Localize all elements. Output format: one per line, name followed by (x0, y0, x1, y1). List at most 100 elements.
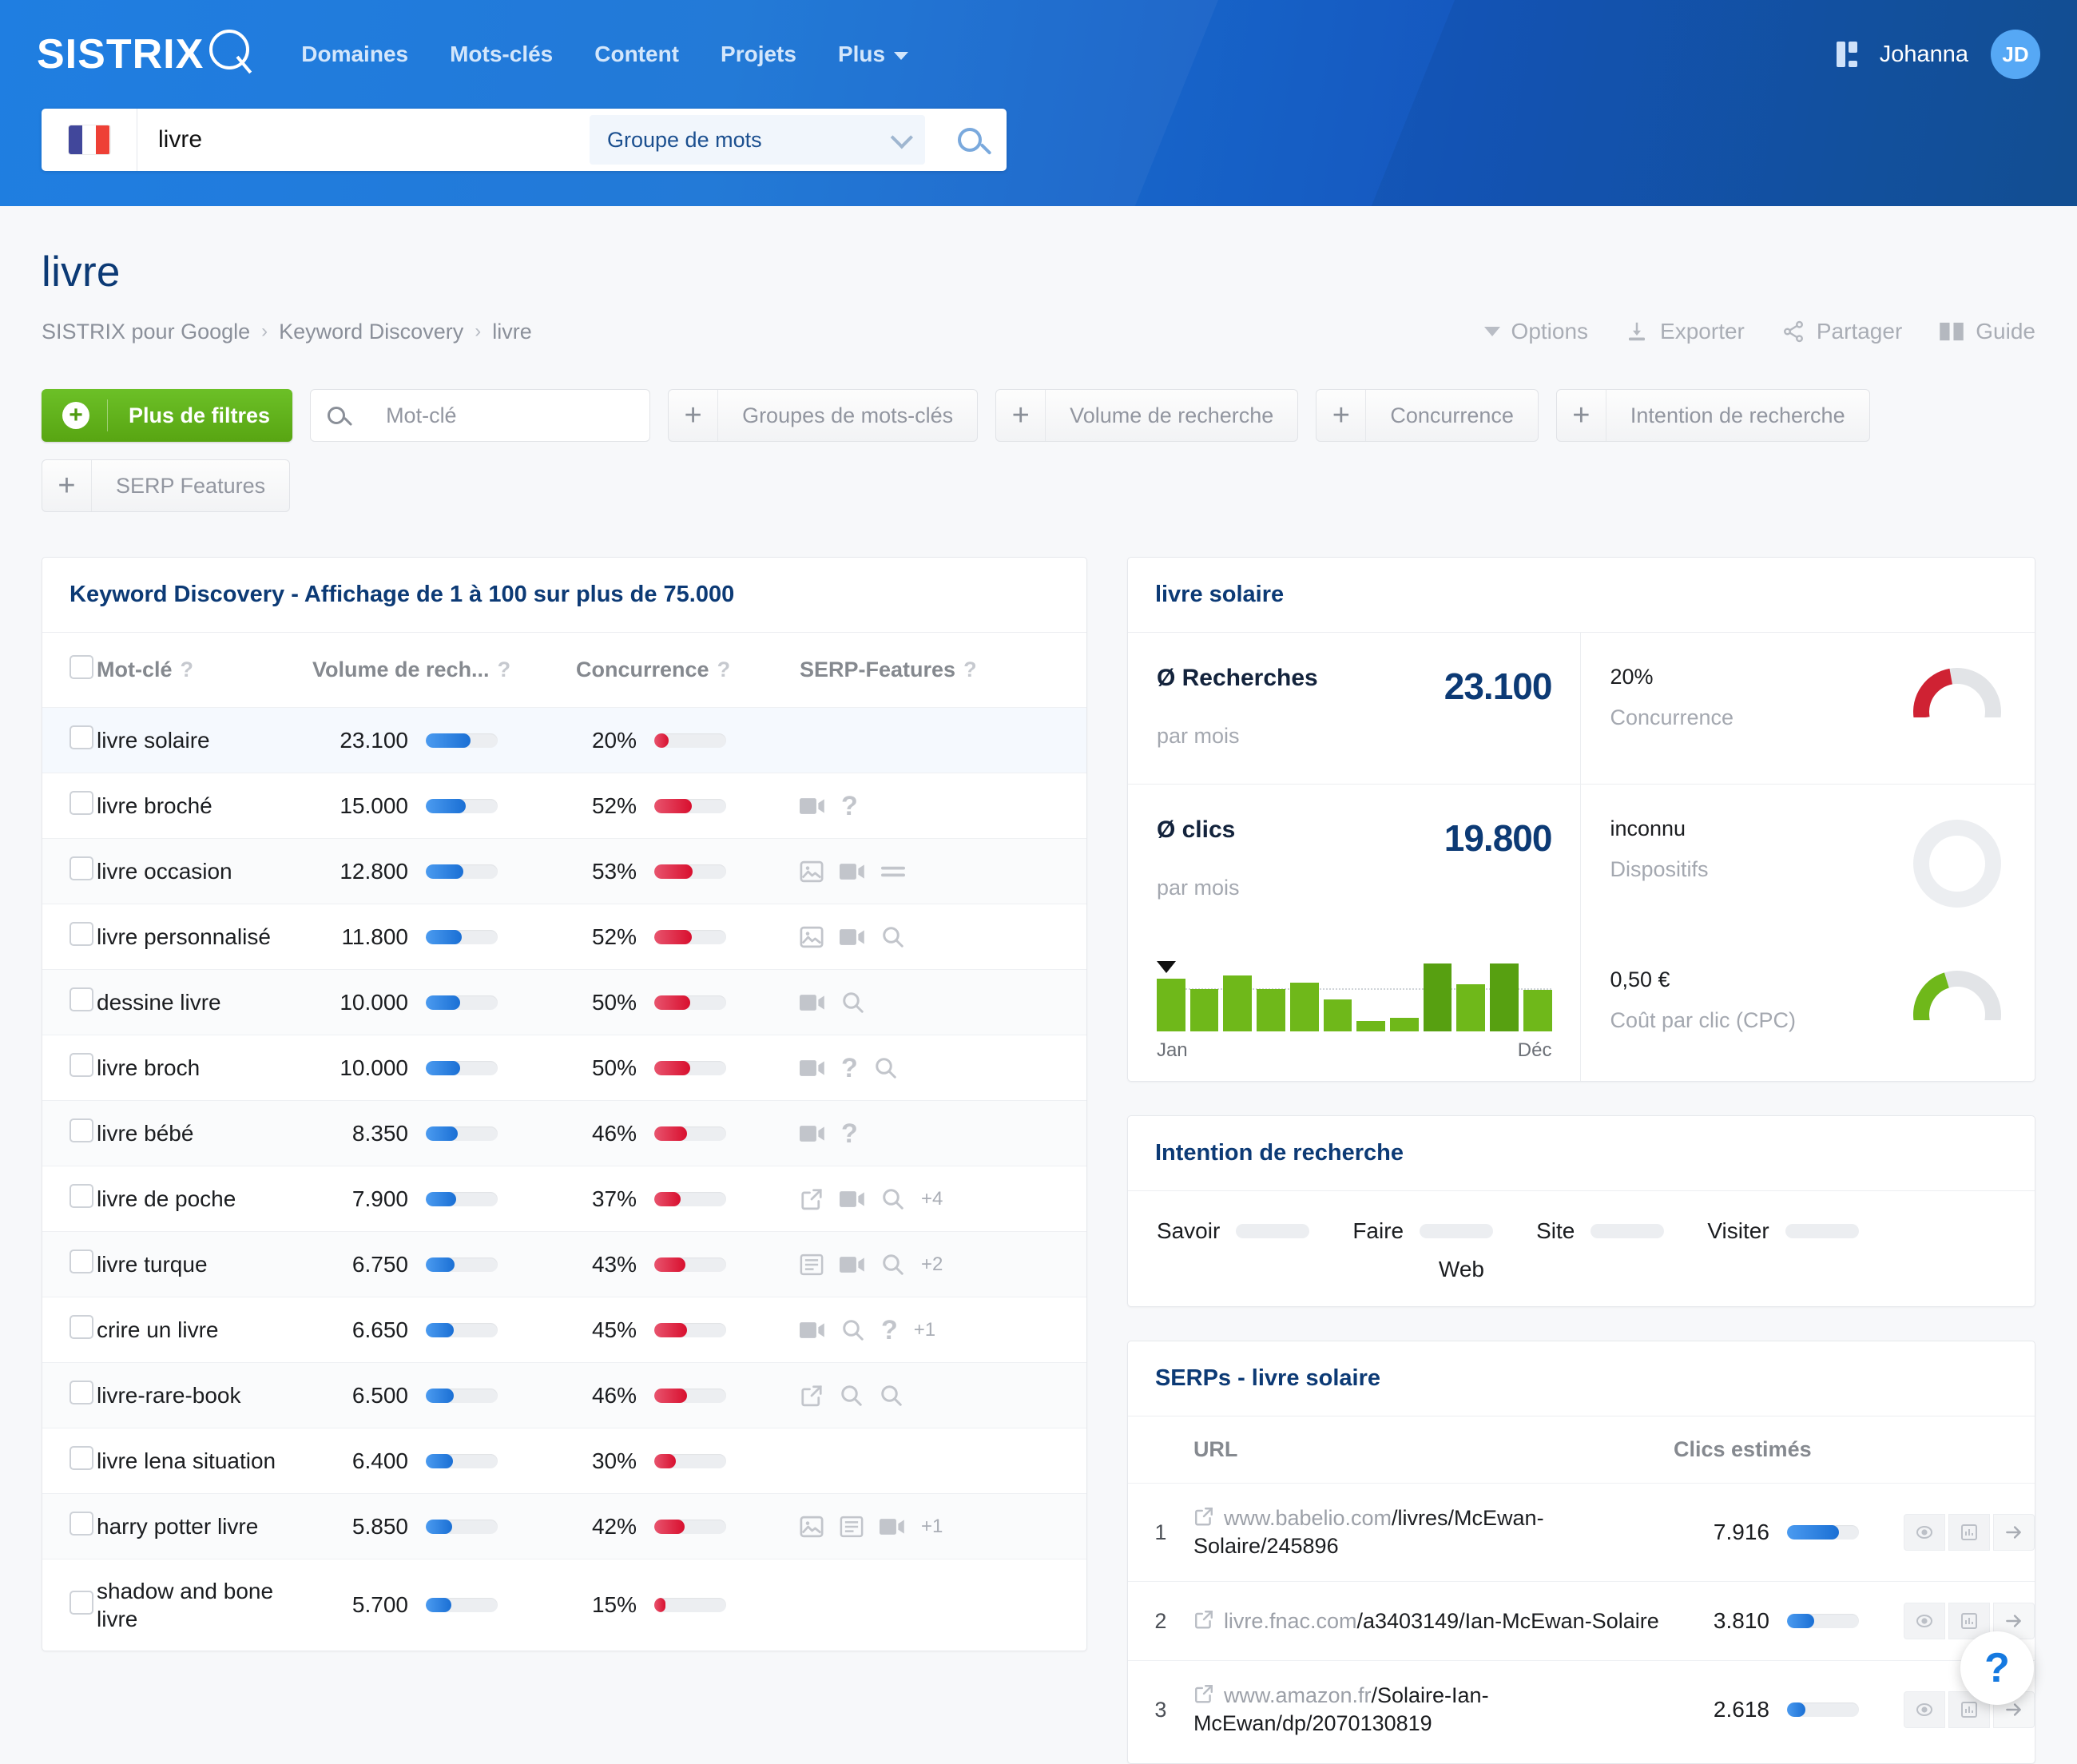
cell-keyword[interactable]: livre turque (97, 1232, 312, 1297)
filter-chip-search-intent[interactable]: + Intention de recherche (1556, 389, 1870, 442)
column-keyword[interactable]: Mot-clé? (97, 633, 312, 708)
breadcrumb-item-0[interactable]: SISTRIX pour Google (42, 320, 250, 344)
table-row[interactable]: livre bébé8.35046%? (42, 1101, 1086, 1166)
breadcrumb-item-1[interactable]: Keyword Discovery (279, 320, 463, 344)
row-checkbox[interactable] (69, 1591, 93, 1615)
search-mode-select[interactable]: Groupe de mots (590, 115, 925, 165)
cell-keyword[interactable]: livre personnalisé (97, 904, 312, 970)
video-icon[interactable] (800, 796, 825, 816)
table-row[interactable]: livre de poche7.90037%+4 (42, 1166, 1086, 1232)
nav-item-mots-cles[interactable]: Mots-clés (450, 42, 553, 67)
filter-chip-search-volume[interactable]: + Volume de recherche (995, 389, 1298, 442)
search-icon[interactable] (880, 1384, 903, 1408)
monthly-bar[interactable] (1523, 990, 1552, 1031)
row-checkbox[interactable] (69, 922, 93, 946)
image-icon[interactable] (800, 860, 824, 883)
share-button[interactable]: Partager (1781, 319, 1902, 344)
cell-keyword[interactable]: harry potter livre (97, 1494, 312, 1559)
nav-item-projets[interactable]: Projets (721, 42, 796, 67)
cell-keyword[interactable]: livre broch (97, 1035, 312, 1101)
monthly-bar[interactable] (1490, 963, 1519, 1031)
cell-keyword[interactable]: livre bébé (97, 1101, 312, 1166)
row-checkbox[interactable] (69, 791, 93, 815)
options-button[interactable]: Options (1484, 319, 1589, 344)
username-label[interactable]: Johanna (1880, 42, 1968, 68)
nav-item-content[interactable]: Content (594, 42, 679, 67)
cell-keyword[interactable]: crire un livre (97, 1297, 312, 1363)
row-checkbox[interactable] (69, 856, 93, 880)
help-icon[interactable]: ? (498, 658, 511, 681)
table-row[interactable]: livre-rare-book6.50046% (42, 1363, 1086, 1428)
news-icon[interactable] (840, 1516, 864, 1538)
row-checkbox[interactable] (69, 1381, 93, 1404)
monthly-bar[interactable] (1157, 979, 1185, 1031)
table-row[interactable]: livre personnalisé11.80052% (42, 904, 1086, 970)
monthly-bar[interactable] (1356, 1021, 1385, 1031)
preview-icon[interactable] (1904, 1603, 1945, 1639)
table-row[interactable]: livre broch10.00050%? (42, 1035, 1086, 1101)
nav-item-domaines[interactable]: Domaines (301, 42, 408, 67)
video-icon[interactable] (800, 1123, 825, 1144)
select-all-checkbox[interactable] (69, 655, 93, 679)
video-icon[interactable] (840, 1254, 865, 1275)
cell-keyword[interactable]: dessine livre (97, 970, 312, 1035)
image-icon[interactable] (800, 926, 824, 948)
video-icon[interactable] (840, 861, 865, 882)
help-icon[interactable]: ? (963, 658, 977, 681)
help-button[interactable]: ? (1960, 1631, 2034, 1705)
column-competition[interactable]: Concurrence? (576, 633, 800, 708)
table-row[interactable]: livre broché15.00052%? (42, 773, 1086, 839)
column-volume[interactable]: Volume de rech...? (312, 633, 576, 708)
question-icon[interactable]: ? (841, 1120, 858, 1147)
serp-row[interactable]: 1www.babelio.com/livres/McEwan-Solaire/2… (1128, 1484, 2035, 1582)
chart-icon[interactable] (1948, 1514, 1990, 1551)
search-icon[interactable] (840, 1384, 864, 1408)
open-arrow-icon[interactable] (1993, 1514, 2035, 1551)
filter-chip-keyword-groups[interactable]: + Groupes de mots-clés (668, 389, 978, 442)
question-icon[interactable]: ? (841, 1055, 858, 1082)
image-icon[interactable] (800, 1516, 824, 1538)
row-checkbox[interactable] (69, 1315, 93, 1339)
cell-keyword[interactable]: livre de poche (97, 1166, 312, 1232)
nav-item-plus[interactable]: Plus (838, 42, 908, 67)
table-row[interactable]: crire un livre6.65045%?+1 (42, 1297, 1086, 1363)
table-row[interactable]: harry potter livre5.85042%+1 (42, 1494, 1086, 1559)
more-features-count[interactable]: +4 (921, 1188, 943, 1210)
help-icon[interactable]: ? (181, 658, 194, 681)
cell-keyword[interactable]: livre occasion (97, 839, 312, 904)
monthly-bar[interactable] (1190, 989, 1219, 1031)
serp-row[interactable]: 3www.amazon.fr/Solaire-Ian-McEwan/dp/207… (1128, 1661, 2035, 1759)
country-selector[interactable] (42, 109, 137, 171)
video-icon[interactable] (800, 1320, 825, 1341)
search-icon[interactable] (841, 1318, 865, 1342)
external-link-icon[interactable] (1193, 1683, 1214, 1704)
video-icon[interactable] (880, 1516, 905, 1537)
cell-keyword[interactable]: livre-rare-book (97, 1363, 312, 1428)
avatar[interactable]: JD (1991, 30, 2040, 79)
serp-url[interactable]: www.amazon.fr/Solaire-Ian-McEwan/dp/2070… (1193, 1661, 1674, 1759)
cell-keyword[interactable]: livre broché (97, 773, 312, 839)
row-checkbox[interactable] (69, 1118, 93, 1142)
keyword-filter-input[interactable]: Mot-clé (310, 389, 650, 442)
row-checkbox[interactable] (69, 1053, 93, 1077)
row-checkbox[interactable] (69, 725, 93, 749)
row-checkbox[interactable] (69, 1250, 93, 1273)
cell-keyword[interactable]: livre solaire (97, 708, 312, 773)
cell-keyword[interactable]: livre lena situation (97, 1428, 312, 1494)
row-checkbox[interactable] (69, 987, 93, 1011)
more-filters-button[interactable]: + Plus de filtres (42, 389, 292, 442)
help-icon[interactable]: ? (717, 658, 731, 681)
export-button[interactable]: Exporter (1625, 319, 1745, 344)
more-features-count[interactable]: +1 (914, 1319, 935, 1341)
table-row[interactable]: shadow and bone livre5.70015% (42, 1559, 1086, 1651)
video-icon[interactable] (840, 927, 865, 948)
monthly-bar[interactable] (1257, 989, 1285, 1031)
more-features-count[interactable]: +1 (921, 1516, 943, 1538)
monthly-bar[interactable] (1456, 984, 1485, 1031)
table-row[interactable]: livre occasion12.80053% (42, 839, 1086, 904)
question-icon[interactable]: ? (841, 793, 858, 820)
guide-button[interactable]: Guide (1939, 319, 2035, 344)
search-input[interactable] (137, 126, 590, 153)
search-icon[interactable] (874, 1056, 898, 1080)
search-submit-button[interactable] (933, 109, 1007, 171)
